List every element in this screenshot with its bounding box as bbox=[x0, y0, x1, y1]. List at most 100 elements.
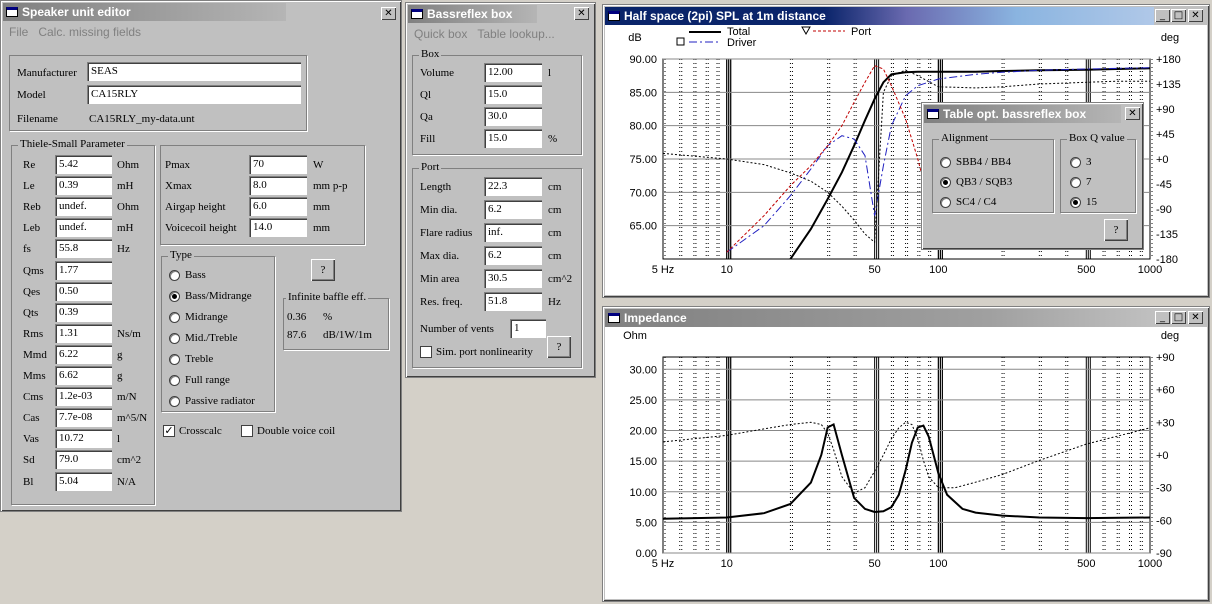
extra-xmax-input[interactable]: 8.0 bbox=[249, 176, 307, 195]
bassreflex-window: Bassreflex box ✕ Quick box Table lookup..… bbox=[405, 2, 596, 378]
help-button[interactable]: ? bbox=[547, 336, 571, 358]
ts-cms-input[interactable]: 1.2e-03 bbox=[55, 387, 112, 407]
box-fill-input[interactable]: 15.0 bbox=[484, 129, 542, 148]
ts-qms-input[interactable]: 1.77 bbox=[55, 260, 112, 280]
impedance-plot-area[interactable]: 5 Hz 10 50 100 500 1000 30.00 25.00 20.00 15.00 10… bbox=[605, 327, 1207, 599]
type-bass-radio[interactable] bbox=[169, 270, 180, 281]
port-res-freq--input[interactable]: 51.8 bbox=[484, 292, 542, 311]
menu-table-lookup[interactable]: Table lookup... bbox=[477, 27, 554, 41]
ts-reb-input[interactable]: undef. bbox=[55, 197, 112, 217]
port-flare-radius-input[interactable]: inf. bbox=[484, 223, 542, 242]
port-length-input[interactable]: 22.3 bbox=[484, 177, 542, 196]
alignment-qb3-sqb3-radio[interactable] bbox=[940, 177, 951, 188]
y2-tick-label: +60 bbox=[1156, 385, 1175, 397]
close-button[interactable]: ✕ bbox=[574, 7, 589, 20]
minimize-button[interactable]: _ bbox=[1155, 311, 1170, 324]
model-input[interactable]: CA15RLY bbox=[87, 85, 301, 104]
boxq-7-radio[interactable] bbox=[1070, 177, 1081, 188]
ibe-unit1: % bbox=[323, 311, 333, 323]
window-title: Half space (2pi) SPL at 1m distance bbox=[624, 9, 826, 23]
close-button[interactable]: ✕ bbox=[1188, 311, 1203, 324]
alignment-sc4-c4-radio[interactable] bbox=[940, 197, 951, 208]
manufacturer-input[interactable]: SEAS bbox=[87, 62, 301, 81]
maximize-button[interactable]: □ bbox=[1171, 9, 1186, 22]
x-tick-label: 50 bbox=[869, 264, 881, 276]
type-mid-treble-radio[interactable] bbox=[169, 333, 180, 344]
ts-fs-input[interactable]: 55.8 bbox=[55, 239, 112, 259]
ts-leb-unit: mH bbox=[117, 222, 134, 235]
extra-airgap-height-unit: mm bbox=[313, 201, 331, 213]
minimize-button[interactable]: _ bbox=[1155, 9, 1170, 22]
ts-cas-input[interactable]: 7.7e-08 bbox=[55, 408, 112, 428]
ts-bl-unit: N/A bbox=[117, 475, 136, 488]
port-flare-radius-label: Flare radius bbox=[420, 227, 473, 239]
ts-qes-input[interactable]: 0.50 bbox=[55, 281, 112, 301]
menu-quick-box[interactable]: Quick box bbox=[414, 27, 467, 41]
ts-re-input[interactable]: 5.42 bbox=[55, 155, 112, 174]
type-passive-radiator-label: Passive radiator bbox=[185, 395, 255, 407]
box-group-title: Box bbox=[419, 48, 442, 60]
table-opt-dialog: Table opt. bassreflex box ✕ Alignment SB… bbox=[921, 102, 1144, 250]
type-bass-midrange-label: Bass/Midrange bbox=[185, 290, 252, 302]
ts-mms-input[interactable]: 6.62 bbox=[55, 366, 112, 385]
table-opt-titlebar[interactable]: Table opt. bassreflex box bbox=[924, 105, 1121, 123]
ts-vas-input[interactable]: 10.72 bbox=[55, 429, 112, 449]
close-button[interactable]: ✕ bbox=[1125, 107, 1140, 120]
boxq-15-radio[interactable] bbox=[1070, 197, 1081, 208]
y2-tick-label: +45 bbox=[1156, 129, 1175, 141]
vents-input[interactable]: 1 bbox=[510, 319, 546, 338]
type-full-range-radio[interactable] bbox=[169, 375, 180, 386]
help-button[interactable]: ? bbox=[1104, 219, 1128, 241]
menu-file[interactable]: File bbox=[9, 25, 28, 39]
crosscalc-checkbox[interactable]: ✓ bbox=[163, 425, 175, 437]
type-passive-radiator-radio[interactable] bbox=[169, 396, 180, 407]
port-min-area-input[interactable]: 30.5 bbox=[484, 269, 542, 288]
extra-xmax-unit: mm p-p bbox=[313, 180, 348, 192]
ts-rms-input[interactable]: 1.31 bbox=[55, 323, 112, 343]
ts-reb-label: Reb bbox=[23, 201, 41, 214]
type-treble-radio[interactable] bbox=[169, 354, 180, 365]
ibe-unit2: dB/1W/1m bbox=[323, 329, 372, 341]
ts-sd-input[interactable]: 79.0 bbox=[55, 450, 112, 470]
box-ql-input[interactable]: 15.0 bbox=[484, 85, 542, 104]
y2-tick-label: -90 bbox=[1156, 204, 1172, 216]
ts-mmd-input[interactable]: 6.22 bbox=[55, 344, 112, 364]
box-volume-input[interactable]: 12.00 bbox=[484, 63, 542, 82]
ts-le-unit: mH bbox=[117, 180, 134, 193]
help-button[interactable]: ? bbox=[311, 259, 335, 281]
extra-airgap-height-input[interactable]: 6.0 bbox=[249, 197, 307, 216]
port-min-dia--input[interactable]: 6.2 bbox=[484, 200, 542, 219]
box-qa-input[interactable]: 30.0 bbox=[484, 107, 542, 126]
extra-pmax-input[interactable]: 70 bbox=[249, 155, 307, 174]
ts-qts-input[interactable]: 0.39 bbox=[55, 302, 112, 322]
bassreflex-titlebar[interactable]: Bassreflex box bbox=[408, 5, 537, 23]
ts-leb-input[interactable]: undef. bbox=[55, 218, 112, 238]
y-tick-label: 0.00 bbox=[636, 548, 657, 560]
speaker-editor-titlebar[interactable]: Speaker unit editor bbox=[3, 3, 286, 21]
manufacturer-label: Manufacturer bbox=[17, 67, 77, 79]
window-icon bbox=[608, 11, 620, 21]
type-midrange-radio[interactable] bbox=[169, 312, 180, 323]
y-tick-label: 75.00 bbox=[629, 154, 657, 166]
port-max-dia--input[interactable]: 6.2 bbox=[484, 246, 542, 265]
ts-le-input[interactable]: 0.39 bbox=[55, 176, 112, 196]
ts-bl-input[interactable]: 5.04 bbox=[55, 471, 112, 491]
y-tick-label: 5.00 bbox=[636, 517, 657, 529]
maximize-button[interactable]: □ bbox=[1171, 311, 1186, 324]
double-voice-coil-checkbox[interactable] bbox=[241, 425, 253, 437]
ibe-value1: 0.36 bbox=[287, 311, 307, 323]
spl-titlebar[interactable]: Half space (2pi) SPL at 1m distance bbox=[605, 7, 1154, 25]
boxq-3-radio[interactable] bbox=[1070, 157, 1081, 168]
alignment-sbb4-bb4-radio[interactable] bbox=[940, 157, 951, 168]
extra-voicecoil-height-input[interactable]: 14.0 bbox=[249, 218, 307, 237]
close-button[interactable]: ✕ bbox=[1188, 9, 1203, 22]
sim-port-checkbox[interactable] bbox=[420, 346, 432, 358]
menu-calc-missing[interactable]: Calc. missing fields bbox=[38, 25, 141, 39]
impedance-titlebar[interactable]: Impedance bbox=[605, 309, 1154, 327]
close-button[interactable]: ✕ bbox=[381, 7, 396, 20]
ts-cms-unit: m/N bbox=[117, 391, 137, 404]
y-tick-label: 10.00 bbox=[629, 487, 657, 499]
alignment-sc4-c4-label: SC4 / C4 bbox=[956, 196, 997, 208]
y2-axis-label: deg bbox=[1161, 32, 1179, 44]
type-bass-midrange-radio[interactable] bbox=[169, 291, 180, 302]
